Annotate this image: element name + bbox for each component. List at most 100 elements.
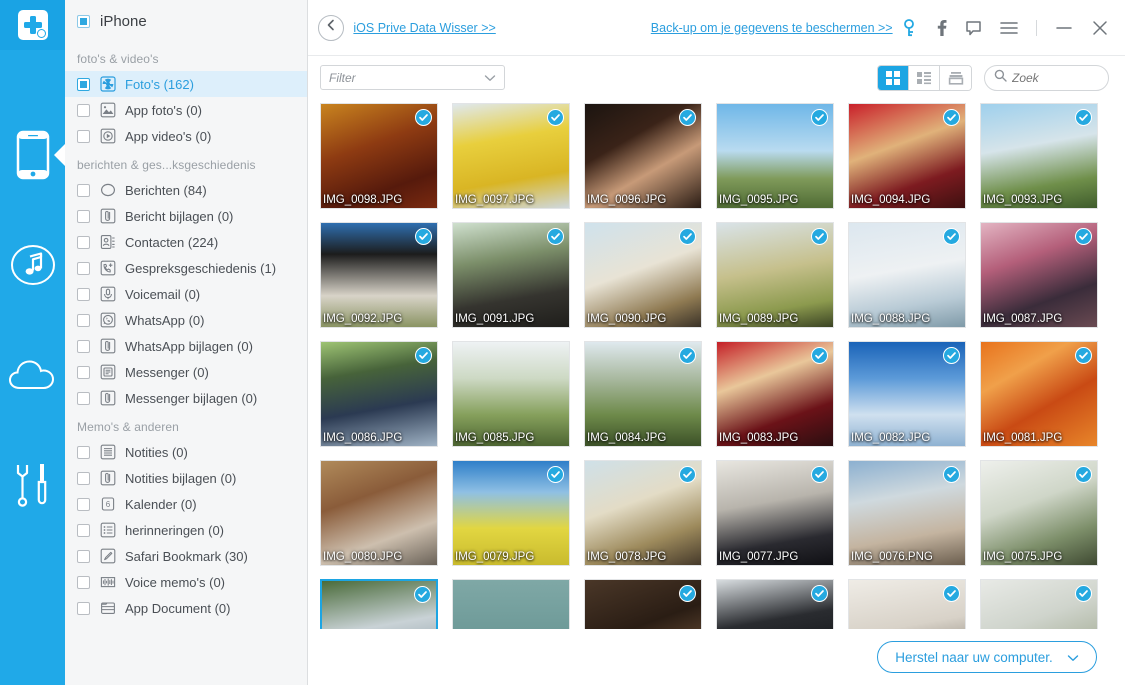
sidebar-item-safari-bookmark-30[interactable]: Safari Bookmark (30) (65, 543, 307, 569)
sidebar-item-bericht-bijlagen-0[interactable]: Bericht bijlagen (0) (65, 203, 307, 229)
photo-selected-checkmark[interactable] (1075, 585, 1092, 602)
link-ios-private-data-eraser[interactable]: iOS Prive Data Wisser >> (353, 21, 495, 35)
key-icon[interactable] (902, 18, 917, 37)
photo-thumbnail[interactable] (452, 579, 570, 629)
photo-selected-checkmark[interactable] (679, 347, 696, 364)
sidebar-item-checkbox[interactable] (77, 77, 90, 91)
sidebar-item-app-video-s-0[interactable]: App video's (0) (65, 123, 307, 149)
photo-thumbnail[interactable]: IMG_0097.JPG (452, 103, 570, 209)
photo-thumbnail[interactable] (320, 579, 438, 629)
feedback-icon[interactable] (965, 20, 982, 36)
sidebar-item-checkbox[interactable] (77, 313, 90, 327)
photo-selected-checkmark[interactable] (811, 228, 828, 245)
photo-selected-checkmark[interactable] (1075, 228, 1092, 245)
sidebar-item-checkbox[interactable] (77, 471, 90, 485)
photo-thumbnail[interactable]: IMG_0093.JPG (980, 103, 1098, 209)
photo-thumbnail[interactable]: IMG_0089.JPG (716, 222, 834, 328)
sidebar-item-checkbox[interactable] (77, 183, 90, 197)
photo-selected-checkmark[interactable] (414, 586, 431, 603)
photo-selected-checkmark[interactable] (943, 585, 960, 602)
sidebar-item-foto-s-162[interactable]: Foto's (162) (65, 71, 307, 97)
sidebar-item-messenger-0[interactable]: Messenger (0) (65, 359, 307, 385)
photo-selected-checkmark[interactable] (679, 228, 696, 245)
photo-thumbnail[interactable]: IMG_0096.JPG (584, 103, 702, 209)
rail-item-icloud[interactable] (0, 320, 65, 430)
sidebar-item-checkbox[interactable] (77, 523, 90, 537)
sidebar-item-kalender-0[interactable]: 6 Kalender (0) (65, 491, 307, 517)
sidebar-item-checkbox[interactable] (77, 129, 90, 143)
view-stack-button[interactable] (940, 65, 971, 90)
sidebar-item-whatsapp-0[interactable]: WhatsApp (0) (65, 307, 307, 333)
photo-selected-checkmark[interactable] (811, 109, 828, 126)
sidebar-item-notities-0[interactable]: Notities (0) (65, 439, 307, 465)
sidebar-item-messenger-bijlagen-0[interactable]: Messenger bijlagen (0) (65, 385, 307, 411)
sidebar-item-voicemail-0[interactable]: Voicemail (0) (65, 281, 307, 307)
photo-selected-checkmark[interactable] (943, 228, 960, 245)
photo-thumbnail[interactable]: IMG_0086.JPG (320, 341, 438, 447)
sidebar-item-app-foto-s-0[interactable]: App foto's (0) (65, 97, 307, 123)
photo-thumbnail[interactable]: IMG_0091.JPG (452, 222, 570, 328)
sidebar-item-app-document-0[interactable]: App Document (0) (65, 595, 307, 621)
sidebar-device-header[interactable]: iPhone (65, 0, 307, 43)
photo-selected-checkmark[interactable] (679, 109, 696, 126)
photo-selected-checkmark[interactable] (1075, 347, 1092, 364)
sidebar-item-checkbox[interactable] (77, 235, 90, 249)
photo-grid-area[interactable]: IMG_0098.JPG IMG_0097.JPG IMG_0096.JPG IMG_… (308, 99, 1125, 629)
photo-selected-checkmark[interactable] (679, 466, 696, 483)
menu-icon[interactable] (1000, 21, 1018, 35)
photo-thumbnail[interactable] (980, 579, 1098, 629)
photo-selected-checkmark[interactable] (943, 109, 960, 126)
photo-selected-checkmark[interactable] (547, 109, 564, 126)
photo-thumbnail[interactable]: IMG_0098.JPG (320, 103, 438, 209)
photo-thumbnail[interactable]: IMG_0090.JPG (584, 222, 702, 328)
sidebar-item-checkbox[interactable] (77, 549, 90, 563)
photo-thumbnail[interactable]: IMG_0076.PNG (848, 460, 966, 566)
view-grid-large-button[interactable] (878, 65, 909, 90)
photo-selected-checkmark[interactable] (547, 228, 564, 245)
sidebar-item-herinneringen-0[interactable]: herinneringen (0) (65, 517, 307, 543)
rail-item-toolkit[interactable] (0, 430, 65, 540)
photo-selected-checkmark[interactable] (415, 109, 432, 126)
photo-selected-checkmark[interactable] (415, 228, 432, 245)
search-input[interactable] (1012, 70, 1099, 85)
photo-thumbnail[interactable]: IMG_0087.JPG (980, 222, 1098, 328)
search-box[interactable] (984, 64, 1109, 91)
close-icon[interactable] (1091, 19, 1109, 37)
photo-thumbnail[interactable]: IMG_0085.JPG (452, 341, 570, 447)
sidebar-item-checkbox[interactable] (77, 261, 90, 275)
photo-thumbnail[interactable] (716, 579, 834, 629)
photo-thumbnail[interactable]: IMG_0084.JPG (584, 341, 702, 447)
sidebar-item-gespreksgeschiedenis-1[interactable]: Gespreksgeschiedenis (1) (65, 255, 307, 281)
photo-thumbnail[interactable]: IMG_0092.JPG (320, 222, 438, 328)
photo-selected-checkmark[interactable] (679, 585, 696, 602)
photo-selected-checkmark[interactable] (811, 466, 828, 483)
photo-thumbnail[interactable]: IMG_0077.JPG (716, 460, 834, 566)
photo-selected-checkmark[interactable] (547, 466, 564, 483)
photo-selected-checkmark[interactable] (943, 347, 960, 364)
photo-thumbnail[interactable] (584, 579, 702, 629)
sidebar-item-checkbox[interactable] (77, 365, 90, 379)
photo-selected-checkmark[interactable] (811, 347, 828, 364)
sidebar-item-checkbox[interactable] (77, 445, 90, 459)
sidebar-item-checkbox[interactable] (77, 575, 90, 589)
sidebar-item-checkbox[interactable] (77, 103, 90, 117)
photo-selected-checkmark[interactable] (415, 347, 432, 364)
photo-thumbnail[interactable]: IMG_0075.JPG (980, 460, 1098, 566)
photo-selected-checkmark[interactable] (943, 466, 960, 483)
photo-thumbnail[interactable]: IMG_0078.JPG (584, 460, 702, 566)
rail-item-itunes[interactable] (0, 210, 65, 320)
sidebar-item-checkbox[interactable] (77, 497, 90, 511)
restore-to-computer-button[interactable]: Herstel naar uw computer. (877, 641, 1097, 673)
photo-selected-checkmark[interactable] (1075, 466, 1092, 483)
facebook-icon[interactable] (935, 19, 947, 37)
photo-selected-checkmark[interactable] (1075, 109, 1092, 126)
link-backup-protect-data[interactable]: Back-up om je gegevens te beschermen >> (651, 21, 893, 35)
sidebar-item-voice-memo-s-0[interactable]: Voice memo's (0) (65, 569, 307, 595)
sidebar-item-whatsapp-bijlagen-0[interactable]: WhatsApp bijlagen (0) (65, 333, 307, 359)
photo-selected-checkmark[interactable] (811, 585, 828, 602)
photo-thumbnail[interactable]: IMG_0083.JPG (716, 341, 834, 447)
view-grid-list-button[interactable] (909, 65, 940, 90)
sidebar-item-berichten-84[interactable]: Berichten (84) (65, 177, 307, 203)
sidebar-item-notities-bijlagen-0[interactable]: Notities bijlagen (0) (65, 465, 307, 491)
sidebar-item-checkbox[interactable] (77, 391, 90, 405)
